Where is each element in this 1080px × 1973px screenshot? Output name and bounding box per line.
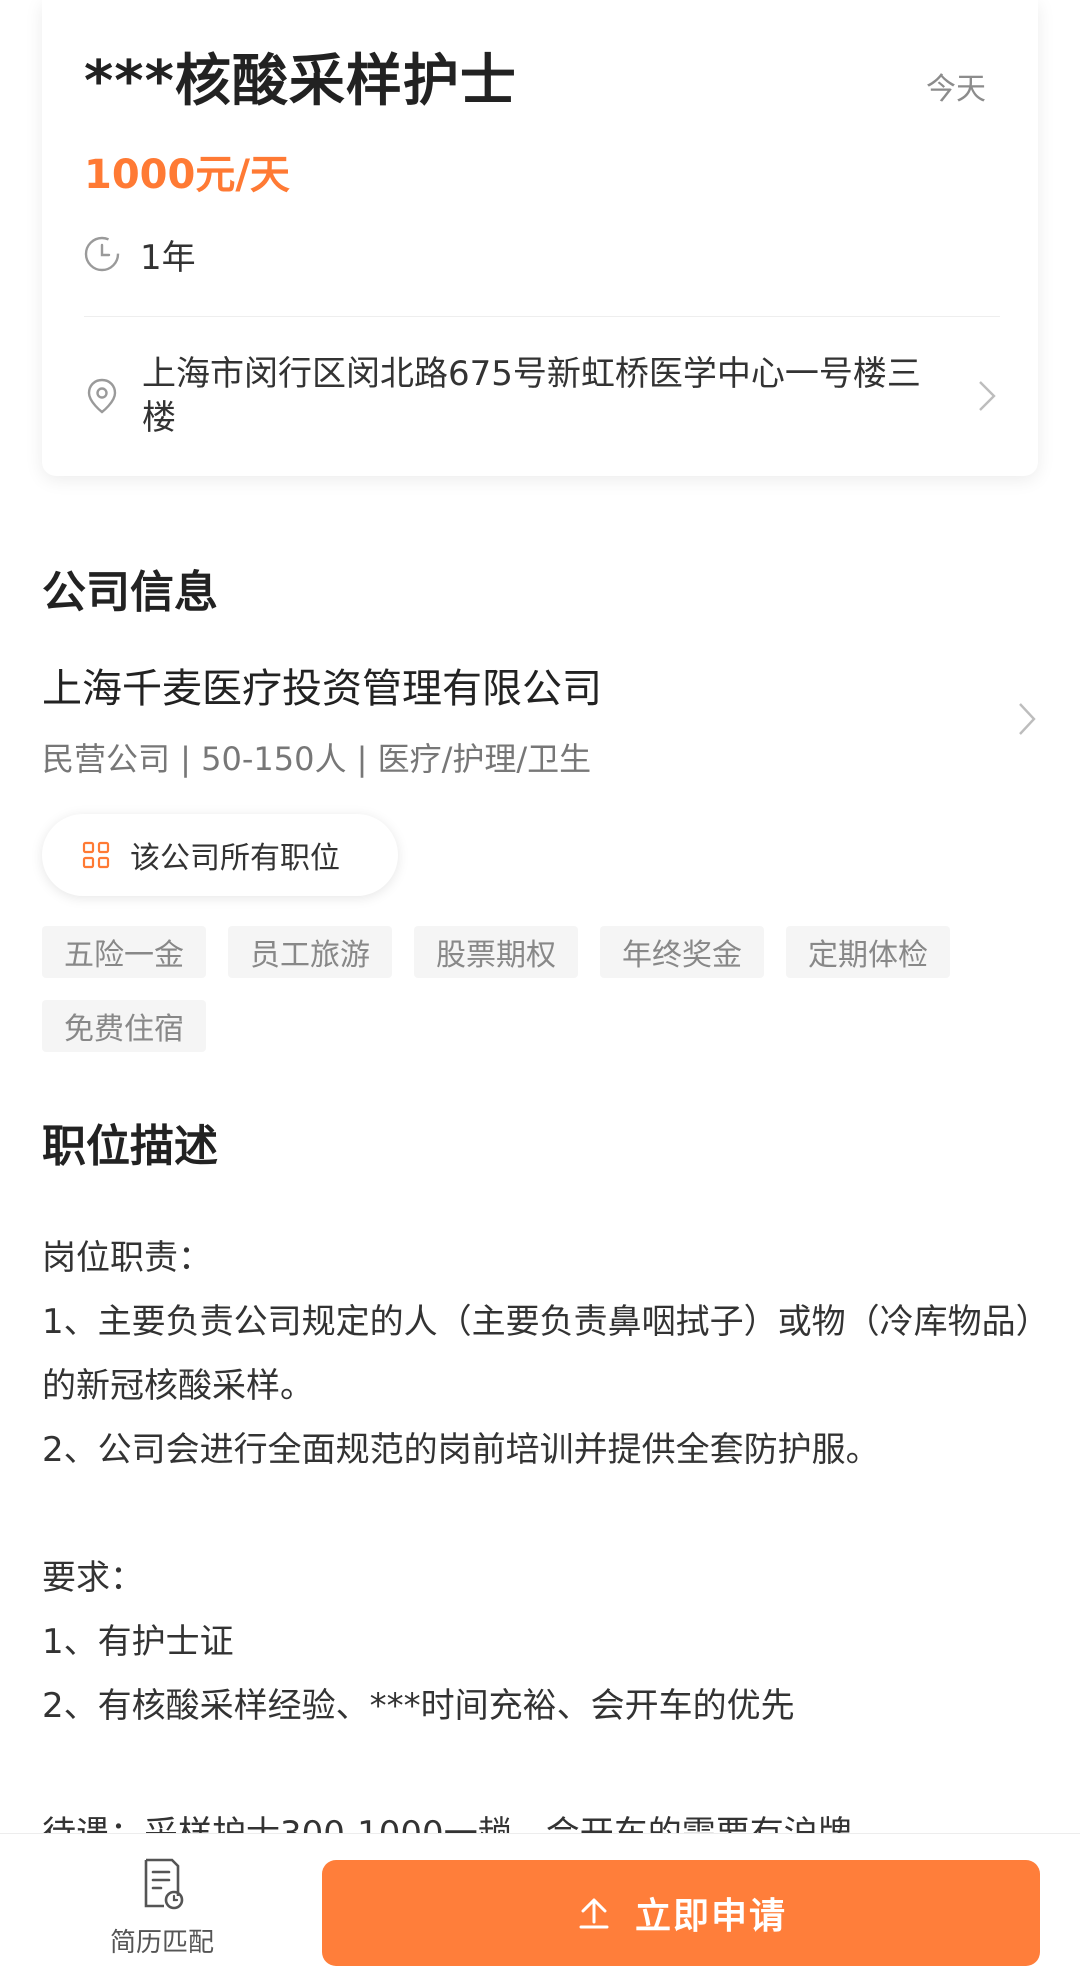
posted-time: 今天 xyxy=(926,72,986,107)
experience-text: 1年 xyxy=(140,237,196,278)
benefit-tag: 定期体检 xyxy=(786,926,950,978)
job-description-text: 岗位职责： 1、主要负责公司规定的人（主要负责鼻咽拭子）或物（冷库物品）的新冠核… xyxy=(42,1238,1033,1854)
apply-now-label: 立即申请 xyxy=(634,1896,787,1937)
experience-row: 1年 xyxy=(82,232,196,278)
company-meta: 民营公司 | 50-150人 | 医疗/护理/卫生 xyxy=(42,740,592,778)
benefit-tag: 股票期权 xyxy=(414,926,578,978)
resume-match-label: 简历匹配 xyxy=(109,1928,214,1958)
resume-match-icon xyxy=(144,1858,184,1910)
clock-icon xyxy=(84,236,120,272)
all-company-jobs-button[interactable]: 该公司所有职位 xyxy=(42,814,398,896)
upload-icon xyxy=(579,1898,609,1929)
chevron-right-icon xyxy=(979,381,996,411)
job-title: ***核酸采样护士 xyxy=(84,49,517,114)
location-pin-icon xyxy=(87,378,117,414)
benefit-tag: 五险一金 xyxy=(42,926,206,978)
all-jobs-label: 该公司所有职位 xyxy=(130,841,340,876)
benefit-tag: 年终奖金 xyxy=(600,926,764,978)
job-summary-card: ***核酸采样护士 今天 1000元/天 1年 上海市闵行区闵北路675号新虹桥… xyxy=(42,0,1038,476)
address-row[interactable]: 上海市闵行区闵北路675号新虹桥医学中心一号楼三楼 xyxy=(82,352,1002,440)
apply-now-button[interactable]: 立即申请 xyxy=(322,1860,1040,1966)
benefit-tags: 五险一金 员工旅游 股票期权 年终奖金 定期体检 免费住宿 xyxy=(42,926,1032,1052)
job-salary: 1000元/天 xyxy=(84,152,290,198)
benefit-tag: 免费住宿 xyxy=(42,1000,206,1052)
company-section-heading: 公司信息 xyxy=(42,567,218,618)
grid-icon xyxy=(82,841,110,869)
resume-match-button[interactable]: 简历匹配 xyxy=(100,1856,224,1959)
card-divider xyxy=(84,316,1000,317)
chevron-right-icon[interactable] xyxy=(1010,696,1042,742)
description-section-heading: 职位描述 xyxy=(42,1121,218,1172)
address-text: 上海市闵行区闵北路675号新虹桥医学中心一号楼三楼 xyxy=(142,354,921,438)
job-detail-page: ***核酸采样护士 今天 1000元/天 1年 上海市闵行区闵北路675号新虹桥… xyxy=(0,0,1080,1973)
bottom-action-bar: 简历匹配 立即申请 xyxy=(0,1833,1080,1973)
company-name[interactable]: 上海千麦医疗投资管理有限公司 xyxy=(42,656,602,714)
benefit-tag: 员工旅游 xyxy=(228,926,392,978)
